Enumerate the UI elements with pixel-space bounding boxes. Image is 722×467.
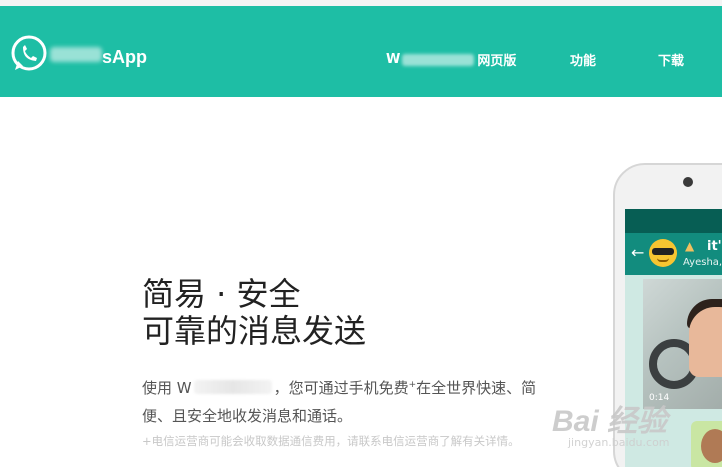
hero-title-line1: 简易 · 安全 [142,275,301,313]
back-arrow-icon: ← [631,243,645,262]
watermark-text: Bai 经验 [552,405,668,438]
pray-emoji-icon: ▲ [685,239,695,253]
watermark-url: jingyan.baidu.com [568,436,670,449]
chat-photo-message [643,279,722,409]
nav-download[interactable]: 下载 [658,50,684,69]
nav-web-prefix: W [386,52,401,67]
carrier-fee-note: +电信运营商可能会收取数据通信费用，请联系电信运营商了解有关详情。 [142,434,520,448]
desc-prefix: 使用 W [142,379,192,397]
chat-avatar-thumbnail [691,421,722,467]
desc-redaction [193,380,272,394]
nav-whatsapp-web[interactable]: W 网页版 [386,50,516,69]
phone-camera [683,177,693,187]
hero-description: 使用 W ，您可通过手机免费+在全世界快速、简便、且安全地收发消息和通话。 [142,371,562,430]
phone-status-bar [625,209,722,233]
chat-subtitle: Ayesha, [683,257,722,268]
whatsapp-logo-icon[interactable] [10,34,48,74]
nav-features[interactable]: 功能 [570,50,596,69]
site-header: sApp W 网页版 功能 下载 [0,6,722,97]
hero-title-line2: 可靠的消息发送 [142,312,367,350]
hero-title: 简易 · 安全 可靠的消息发送 [142,276,366,350]
desc-rest: ，您可通过手机免费 [273,379,409,397]
nav-web-label: 网页版 [477,54,517,69]
nav-web-redaction [402,53,475,66]
brand-name[interactable]: sApp [102,47,147,68]
sunglasses-emoji-icon [649,239,677,267]
brand-redaction [50,47,102,62]
chat-title: it's [707,239,722,254]
